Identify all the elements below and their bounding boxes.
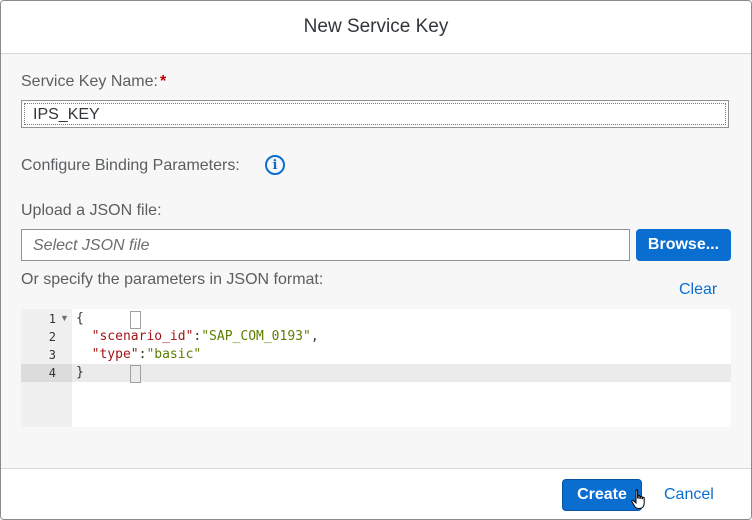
code-text: "scenario_id":"SAP_COM_0193", — [76, 329, 319, 344]
fold-arrow-icon[interactable]: ▼ — [60, 313, 69, 323]
editor-line: 2 "scenario_id":"SAP_COM_0193", — [21, 328, 731, 346]
json-file-placeholder: Select JSON file — [33, 237, 150, 254]
json-tail: , — [310, 329, 319, 344]
service-key-name-label-text: Service Key Name: — [21, 73, 158, 90]
editor-line: 1 ▼ { — [21, 310, 731, 329]
dialog-footer: Create Cancel — [1, 468, 751, 519]
service-key-name-label: Service Key Name: * — [21, 73, 166, 91]
binding-params-label: Configure Binding Parameters: — [21, 157, 240, 174]
line-number: 4 — [48, 366, 56, 380]
cancel-button[interactable]: Cancel — [664, 479, 724, 511]
code-brace-close: } — [76, 365, 84, 380]
bracket-highlight — [130, 311, 141, 329]
focus-outline — [24, 103, 726, 125]
code-text: { — [76, 311, 141, 329]
json-key: "scenario_id" — [91, 329, 194, 344]
dialog-title: New Service Key — [303, 16, 449, 37]
code-text: "type":"basic" — [76, 347, 202, 362]
upload-json-label: Upload a JSON file: — [21, 202, 162, 219]
hand-pointer-icon — [631, 489, 645, 509]
code-brace-open: { — [76, 311, 84, 326]
code-text: } — [76, 365, 141, 383]
service-key-name-input[interactable]: IPS_KEY — [21, 100, 729, 128]
json-value: "SAP_COM_0193" — [201, 329, 311, 344]
required-marker: * — [159, 73, 167, 90]
line-number: 1 — [48, 312, 56, 326]
service-key-name-value: IPS_KEY — [33, 106, 100, 123]
json-file-input[interactable]: Select JSON file — [21, 229, 630, 261]
json-format-label: Or specify the parameters in JSON format… — [21, 271, 324, 288]
new-service-key-dialog: New Service Key Service Key Name: * IPS_K… — [0, 0, 752, 520]
line-number: 2 — [48, 330, 56, 344]
editor-line-active: 4 } — [21, 364, 731, 383]
line-number: 3 — [48, 348, 56, 362]
bracket-highlight — [130, 365, 141, 383]
info-icon[interactable]: i — [265, 155, 285, 175]
browse-button[interactable]: Browse... — [636, 229, 731, 261]
dialog-body: Service Key Name: * IPS_KEY Configure Bin… — [1, 54, 751, 468]
editor-line: 3 "type":"basic" — [21, 346, 731, 364]
clear-link[interactable]: Clear — [679, 281, 717, 299]
json-editor[interactable]: 1 ▼ { 2 "scenario_id":"SAP_COM_0193", 3 … — [21, 309, 731, 427]
dialog-header: New Service Key — [1, 1, 751, 54]
json-key: "type" — [91, 347, 139, 362]
json-value: "basic" — [146, 347, 202, 362]
